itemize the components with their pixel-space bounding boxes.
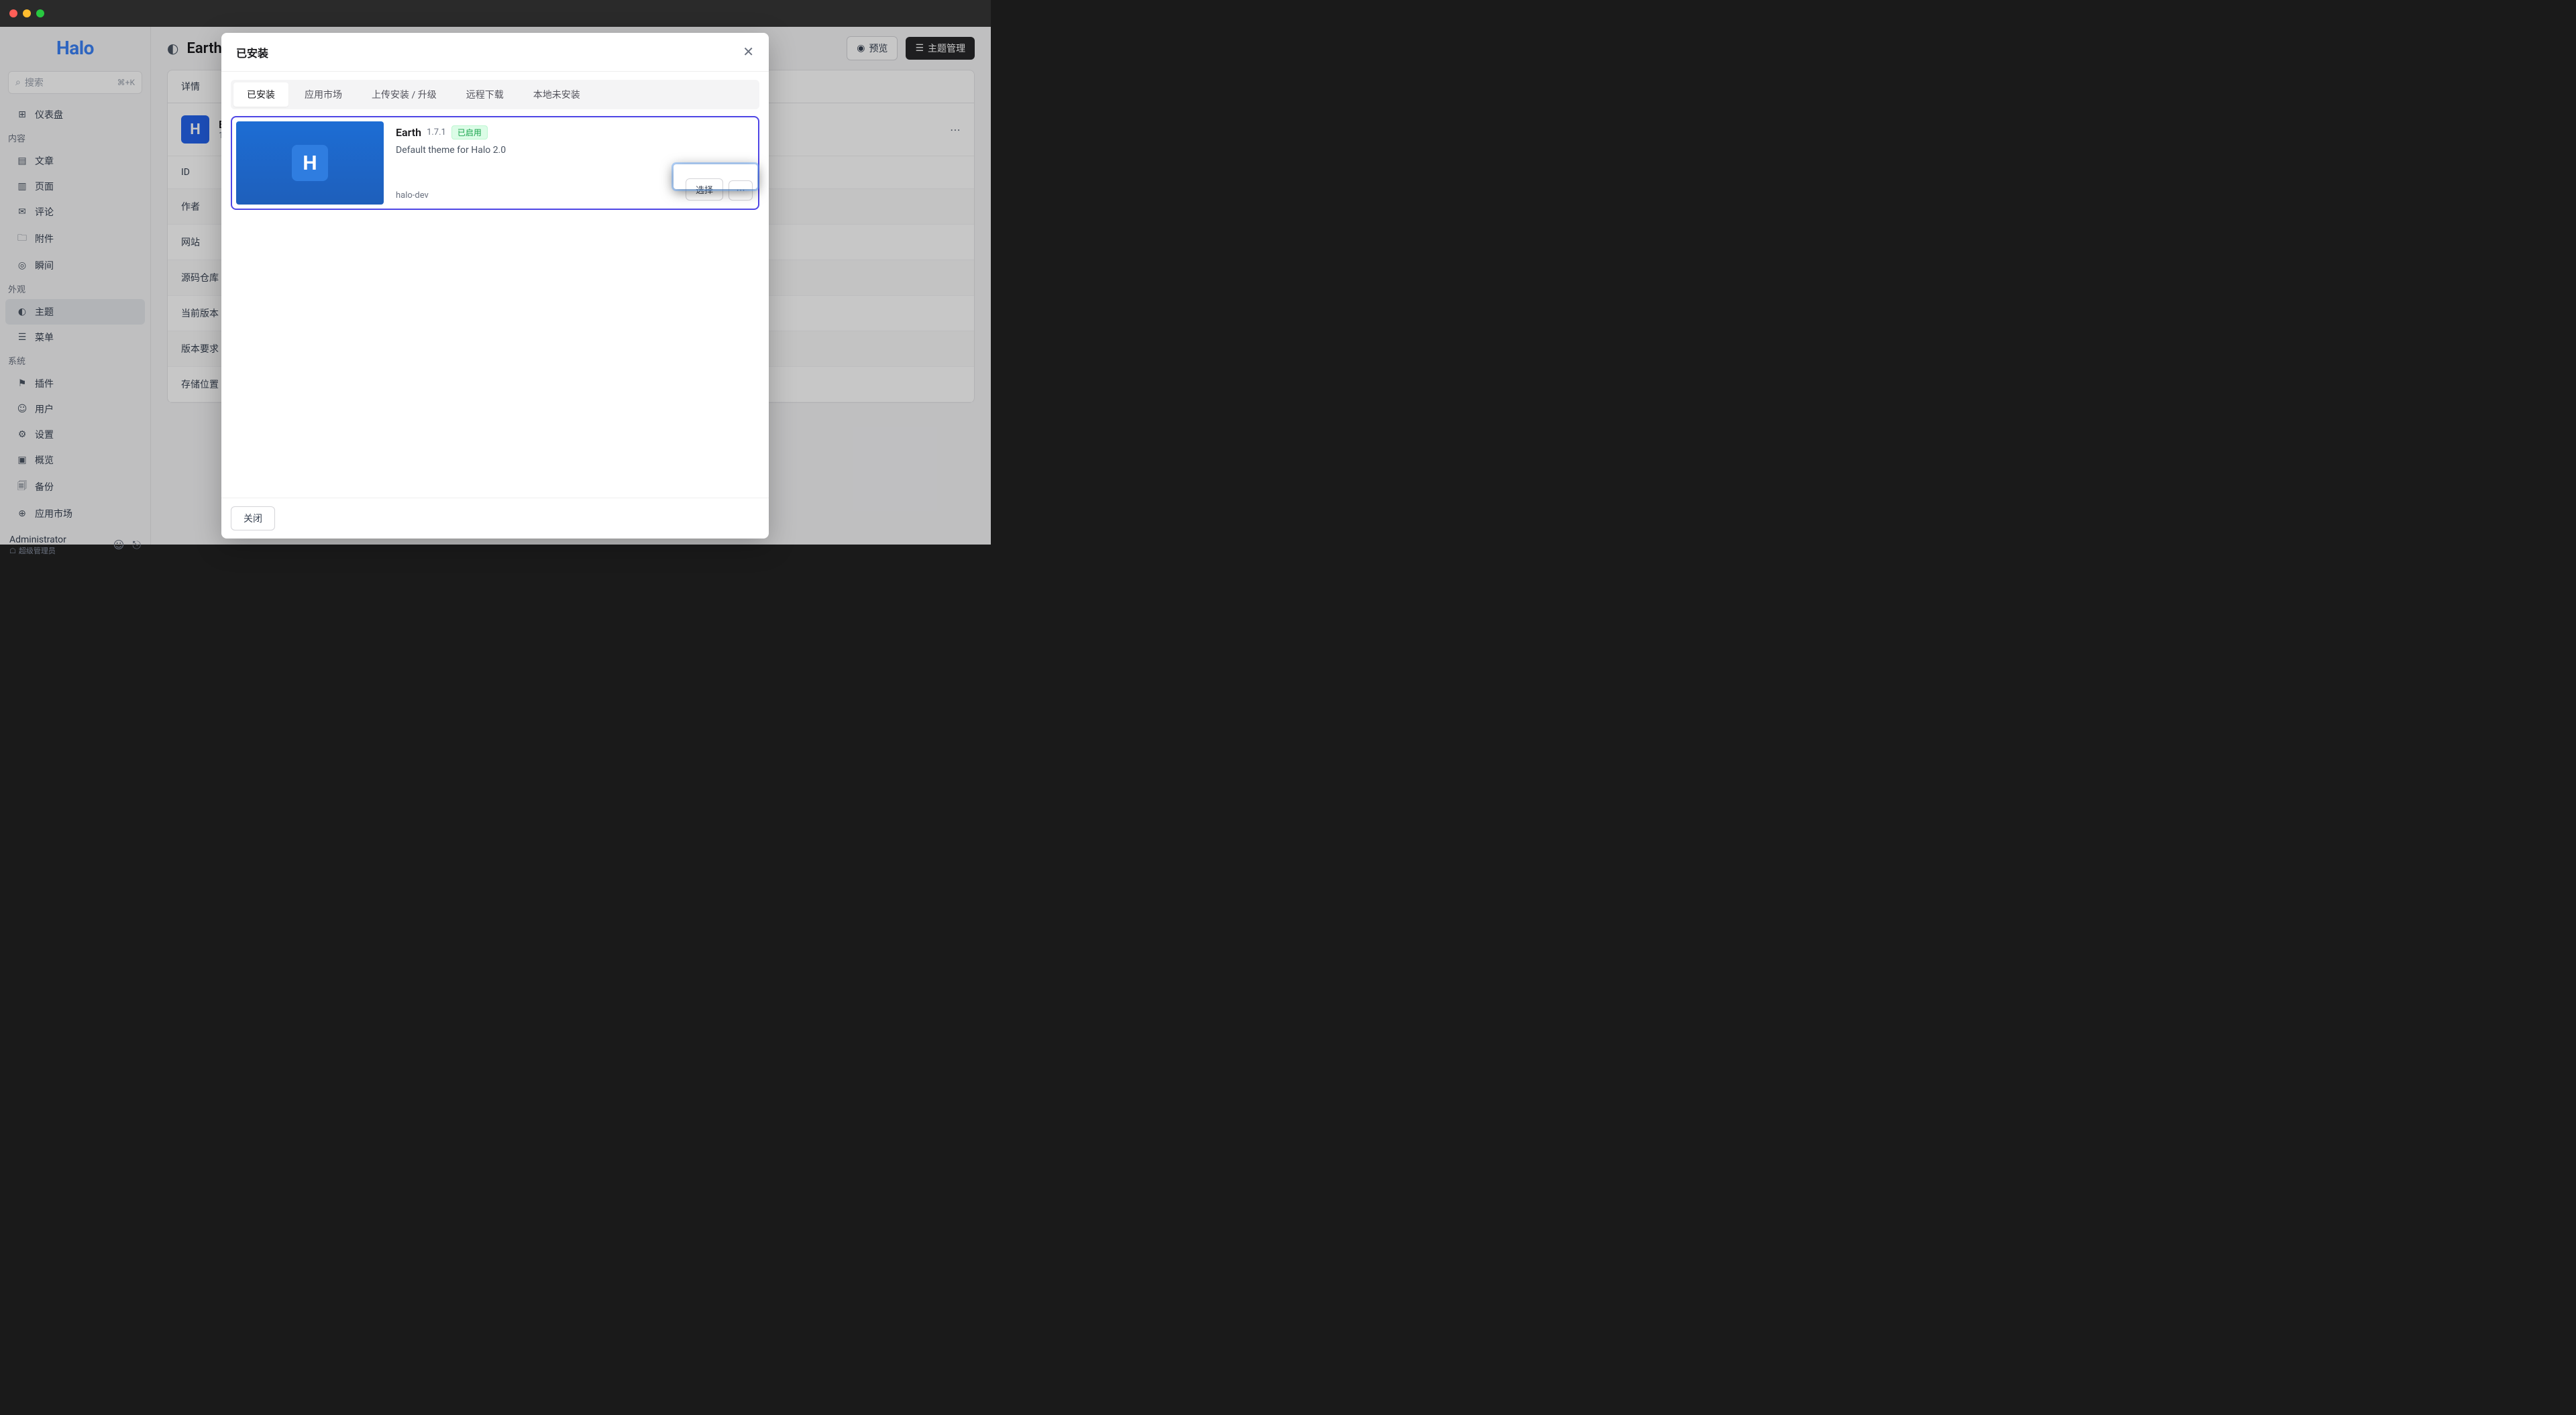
modal-tab-upload[interactable]: 上传安装 / 升级 — [358, 82, 450, 107]
theme-card[interactable]: H Earth 1.7.1 已启用 Default theme for Halo… — [231, 116, 759, 210]
modal-tab-market[interactable]: 应用市场 — [291, 82, 356, 107]
theme-card-author: halo-dev — [396, 190, 429, 201]
select-theme-button[interactable]: 选择 — [686, 178, 723, 201]
ellipsis-icon: ⋯ — [736, 186, 745, 196]
modal-close-button[interactable]: ✕ — [743, 44, 754, 60]
modal-footer: 关闭 — [221, 498, 769, 539]
modal-tab-local-uninstalled[interactable]: 本地未安装 — [520, 82, 594, 107]
enabled-badge: 已启用 — [451, 125, 488, 139]
close-icon: ✕ — [743, 44, 754, 60]
theme-preview-logo: H — [292, 145, 328, 181]
modal-tab-remote[interactable]: 远程下载 — [453, 82, 517, 107]
theme-card-description: Default theme for Halo 2.0 — [396, 145, 754, 156]
window-titlebar — [0, 0, 991, 27]
theme-more-button[interactable]: ⋯ — [729, 180, 753, 201]
maximize-window-icon[interactable] — [36, 9, 44, 17]
theme-card-name: Earth — [396, 126, 421, 139]
modal-tabs: 已安装 应用市场 上传安装 / 升级 远程下载 本地未安装 — [231, 80, 759, 109]
theme-preview: H — [236, 121, 384, 205]
theme-card-version: 1.7.1 — [427, 127, 446, 137]
role-icon: ☖ — [9, 547, 16, 555]
modal-close-footer-button[interactable]: 关闭 — [231, 506, 275, 530]
minimize-window-icon[interactable] — [23, 9, 31, 17]
theme-card-main: Earth 1.7.1 已启用 Default theme for Halo 2… — [396, 121, 754, 205]
modal-title: 已安装 — [236, 44, 268, 60]
modal-body: H Earth 1.7.1 已启用 Default theme for Halo… — [221, 109, 769, 498]
user-role: ☖超级管理员 — [9, 545, 66, 556]
close-window-icon[interactable] — [9, 9, 17, 17]
modal-tab-installed[interactable]: 已安装 — [233, 82, 288, 107]
modal-header: 已安装 ✕ — [221, 33, 769, 72]
installed-themes-modal: 已安装 ✕ 已安装 应用市场 上传安装 / 升级 远程下载 本地未安装 H Ea… — [221, 33, 769, 539]
